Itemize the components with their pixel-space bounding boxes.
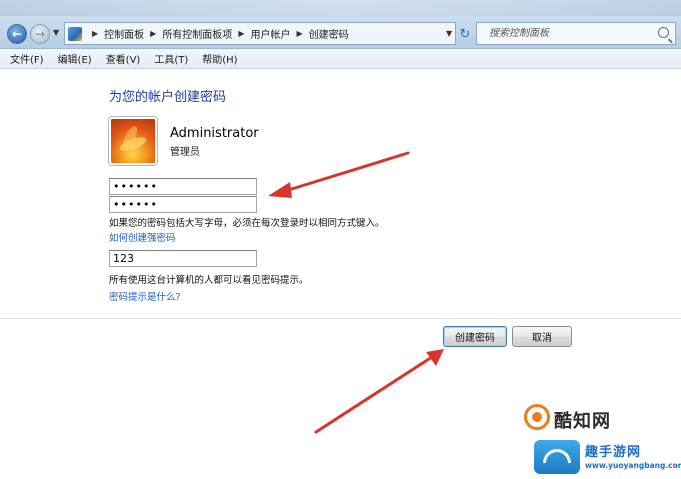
annotation-arrow-shaft	[314, 355, 434, 434]
watermark-text: 酷知网	[554, 411, 611, 432]
watermark-logo-icon	[524, 404, 550, 430]
annotation-arrow-shaft	[280, 151, 410, 194]
annotation-arrow-head	[268, 182, 292, 198]
annotation-arrow-group	[268, 151, 444, 434]
watermark-brand: 趣手游网	[585, 445, 642, 460]
wifi-logo-icon	[534, 440, 580, 474]
watermark-url: www.yuoyangbang.com	[585, 461, 681, 470]
